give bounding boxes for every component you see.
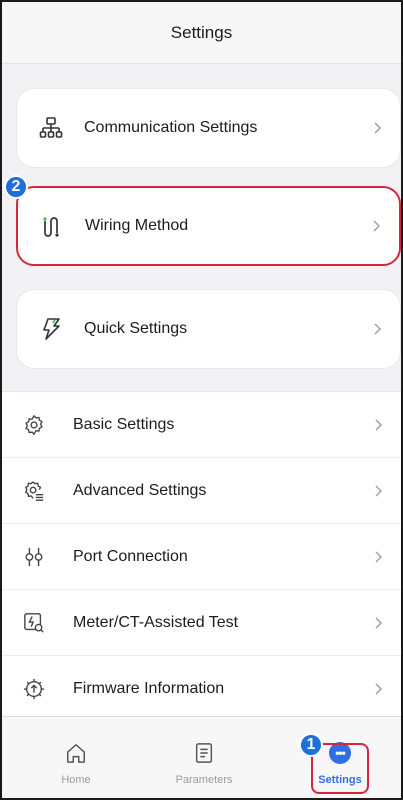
chevron-right-icon <box>373 220 381 232</box>
app-screen: Settings Communication Settings Wiring M… <box>0 0 403 800</box>
basic-settings-label: Basic Settings <box>73 416 175 433</box>
tab-home-label: Home <box>61 774 91 786</box>
port-connection-row[interactable]: Port Connection <box>2 524 401 590</box>
chevron-right-icon <box>375 683 383 695</box>
chevron-right-icon <box>374 323 382 335</box>
chevron-right-icon <box>375 485 383 497</box>
page-title: Settings <box>170 22 233 42</box>
chevron-right-icon <box>375 419 383 431</box>
step-1-badge: 1 <box>299 733 323 757</box>
tab-parameters-label: Parameters <box>175 774 233 786</box>
tab-home[interactable]: Home <box>16 717 136 798</box>
meter-ct-test-label: Meter/CT-Assisted Test <box>73 614 239 631</box>
port-icon <box>22 545 46 569</box>
basic-settings-row[interactable]: Basic Settings <box>2 392 401 458</box>
firmware-information-row[interactable]: Firmware Information <box>2 656 401 722</box>
communication-settings-label: Communication Settings <box>84 119 258 136</box>
advanced-gear-icon <box>22 479 46 503</box>
communication-settings-card[interactable]: Communication Settings <box>16 88 401 168</box>
chevron-right-icon <box>375 551 383 563</box>
nav-header: Settings <box>2 2 401 64</box>
meter-test-icon <box>22 611 46 635</box>
wiring-icon <box>39 213 65 239</box>
wiring-method-label: Wiring Method <box>85 217 189 234</box>
network-icon <box>38 115 64 141</box>
firmware-information-label: Firmware Information <box>73 680 225 697</box>
step-2-badge: 2 <box>4 175 28 199</box>
home-icon <box>64 741 88 765</box>
document-icon <box>192 741 216 765</box>
advanced-settings-row[interactable]: Advanced Settings <box>2 458 401 524</box>
meter-ct-test-row[interactable]: Meter/CT-Assisted Test <box>2 590 401 656</box>
chevron-right-icon <box>375 617 383 629</box>
firmware-icon <box>22 677 46 701</box>
wiring-method-card[interactable]: Wiring Method <box>16 186 401 266</box>
gear-icon <box>22 413 46 437</box>
chevron-right-icon <box>374 122 382 134</box>
advanced-settings-label: Advanced Settings <box>73 482 207 499</box>
quick-settings-card[interactable]: Quick Settings <box>16 289 401 369</box>
tab-parameters[interactable]: Parameters <box>144 717 264 798</box>
quick-settings-label: Quick Settings <box>84 320 188 337</box>
lightning-icon <box>38 316 64 342</box>
port-connection-label: Port Connection <box>73 548 188 565</box>
settings-list: Basic Settings Advanced Settings Port Co… <box>2 391 401 719</box>
